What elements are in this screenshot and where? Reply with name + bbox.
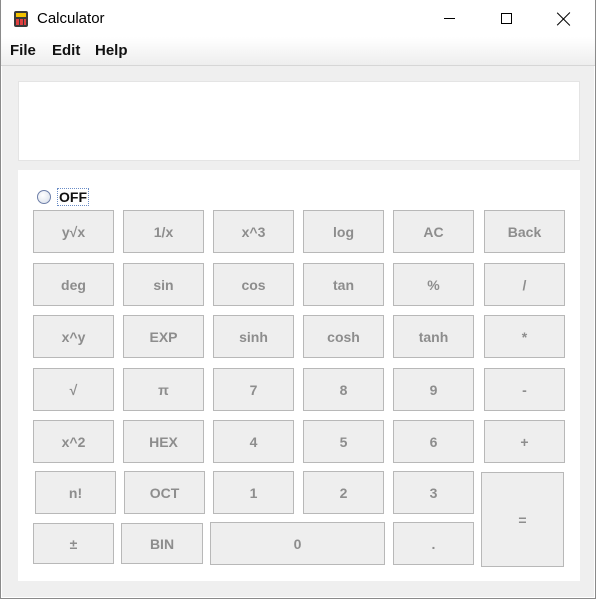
- all-clear-button[interactable]: AC: [393, 210, 474, 253]
- menu-edit[interactable]: Edit: [52, 42, 80, 59]
- menu-file[interactable]: File: [10, 42, 36, 59]
- result-display[interactable]: [18, 81, 580, 161]
- exp-button[interactable]: EXP: [123, 315, 204, 358]
- x-power-y-button[interactable]: x^y: [33, 315, 114, 358]
- digit-3-button[interactable]: 3: [393, 471, 474, 514]
- digit-2-button[interactable]: 2: [303, 471, 384, 514]
- close-icon: [557, 12, 571, 26]
- digit-4-button[interactable]: 4: [213, 420, 294, 463]
- y-root-x-button[interactable]: y√x: [33, 210, 114, 253]
- calculator-window: Calculator File Edit Help OFF y√x 1/x x^…: [0, 0, 596, 599]
- reciprocal-button[interactable]: 1/x: [123, 210, 204, 253]
- menu-bar: File Edit Help: [1, 37, 595, 66]
- cos-button[interactable]: cos: [213, 263, 294, 306]
- backspace-button[interactable]: Back: [484, 210, 565, 253]
- keypad-panel: OFF y√x 1/x x^3 log AC Back deg sin cos …: [18, 170, 580, 581]
- log-button[interactable]: log: [303, 210, 384, 253]
- digit-6-button[interactable]: 6: [393, 420, 474, 463]
- calculator-app-icon: [14, 11, 28, 27]
- maximize-icon: [500, 13, 512, 24]
- minus-button[interactable]: -: [484, 368, 565, 411]
- sinh-button[interactable]: sinh: [213, 315, 294, 358]
- minimize-button[interactable]: [421, 0, 477, 37]
- title-bar[interactable]: Calculator: [1, 0, 595, 37]
- x-cubed-button[interactable]: x^3: [213, 210, 294, 253]
- plus-minus-button[interactable]: ±: [33, 523, 114, 564]
- maximize-button[interactable]: [478, 0, 534, 37]
- tanh-button[interactable]: tanh: [393, 315, 474, 358]
- digit-7-button[interactable]: 7: [213, 368, 294, 411]
- bin-button[interactable]: BIN: [121, 523, 203, 564]
- square-root-button[interactable]: √: [33, 368, 114, 411]
- hex-button[interactable]: HEX: [123, 420, 204, 463]
- close-button[interactable]: [536, 0, 592, 37]
- plus-button[interactable]: +: [484, 420, 565, 463]
- deg-button[interactable]: deg: [33, 263, 114, 306]
- x-squared-button[interactable]: x^2: [33, 420, 114, 463]
- pi-button[interactable]: π: [123, 368, 204, 411]
- digit-5-button[interactable]: 5: [303, 420, 384, 463]
- equals-button[interactable]: =: [481, 472, 564, 567]
- digit-8-button[interactable]: 8: [303, 368, 384, 411]
- decimal-point-button[interactable]: .: [393, 522, 474, 565]
- power-radio[interactable]: [37, 190, 51, 204]
- power-radio-label[interactable]: OFF: [57, 188, 89, 206]
- percent-button[interactable]: %: [393, 263, 474, 306]
- digit-1-button[interactable]: 1: [213, 471, 294, 514]
- factorial-button[interactable]: n!: [35, 471, 116, 514]
- menu-help[interactable]: Help: [95, 42, 128, 59]
- digit-9-button[interactable]: 9: [393, 368, 474, 411]
- tan-button[interactable]: tan: [303, 263, 384, 306]
- divide-button[interactable]: /: [484, 263, 565, 306]
- multiply-button[interactable]: *: [484, 315, 565, 358]
- oct-button[interactable]: OCT: [124, 471, 205, 514]
- calculator-body: OFF y√x 1/x x^3 log AC Back deg sin cos …: [2, 66, 594, 597]
- minimize-icon: [443, 18, 455, 19]
- window-title: Calculator: [37, 10, 105, 27]
- cosh-button[interactable]: cosh: [303, 315, 384, 358]
- digit-0-button[interactable]: 0: [210, 522, 385, 565]
- sin-button[interactable]: sin: [123, 263, 204, 306]
